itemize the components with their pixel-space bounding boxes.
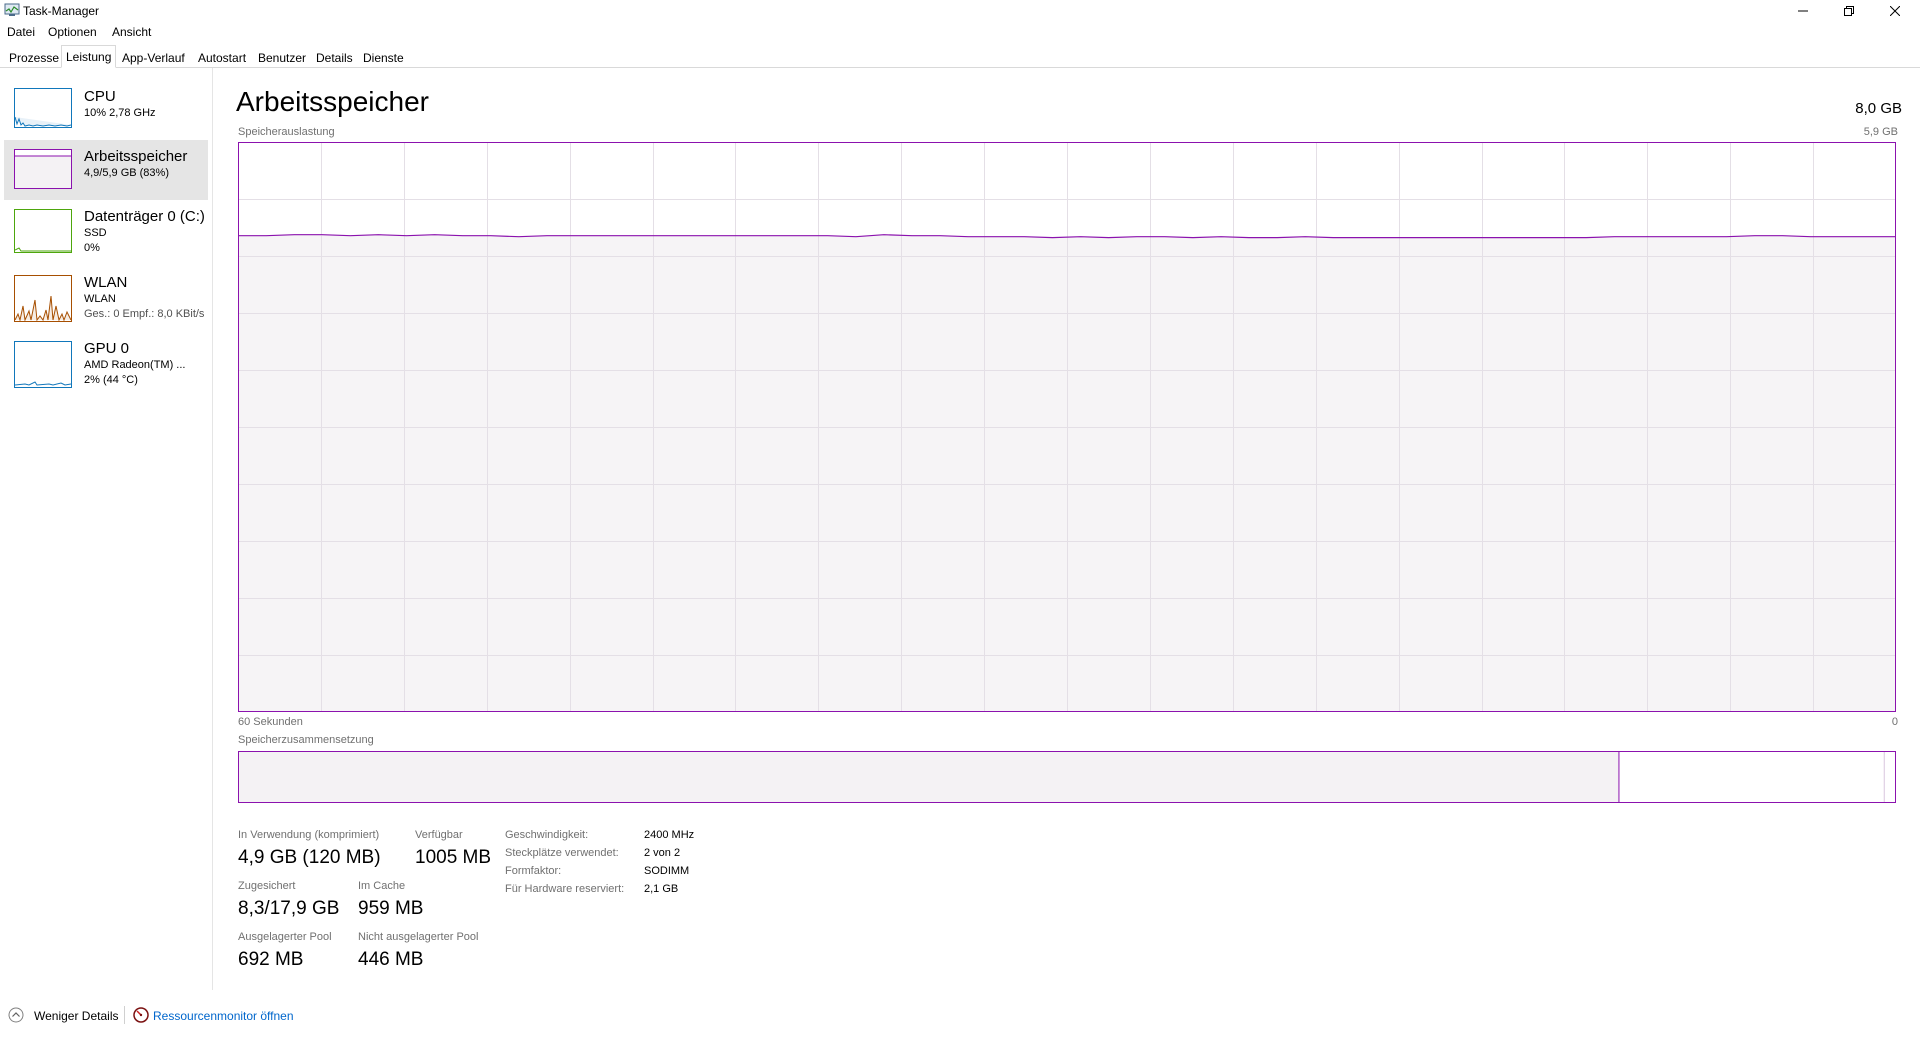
footer-divider (124, 1006, 125, 1024)
tab-dienste[interactable]: Dienste (358, 48, 409, 67)
stat-value-committed: 8,3/17,9 GB (238, 898, 340, 919)
detail-label-speed: Geschwindigkeit: (505, 829, 589, 841)
resource-monitor-icon[interactable] (133, 1007, 149, 1023)
stat-value-nonpaged-pool: 446 MB (358, 949, 424, 970)
composition-segment-standby[interactable] (1620, 752, 1884, 802)
detail-value-speed: 2400 MHz (644, 829, 695, 841)
title-bar[interactable] (0, 0, 1920, 22)
sidebar-item-gpu[interactable]: GPU 0 AMD Radeon(TM) ... 2% (44 °C) (4, 336, 208, 396)
memory-usage-chart (238, 142, 1896, 712)
stat-label-committed: Zugesichert (238, 880, 296, 892)
detail-value-hardware-reserved: 2,1 GB (644, 883, 679, 895)
stat-value-in-use: 4,9 GB (120 MB) (238, 847, 381, 868)
sidebar-item-title: CPU (84, 88, 116, 105)
composition-label: Speicherzusammensetzung (238, 734, 374, 746)
stat-value-available: 1005 MB (415, 847, 492, 868)
menu-ansicht[interactable]: Ansicht (112, 25, 151, 39)
stat-label-nonpaged-pool: Nicht ausgelagerter Pool (358, 931, 479, 943)
detail-label-hardware-reserved: Für Hardware reserviert: (505, 883, 625, 895)
sidebar-item-title: Arbeitsspeicher (84, 148, 188, 165)
chart-time-zero: 0 (1891, 716, 1898, 728)
sidebar-item-cpu[interactable]: CPU 10% 2,78 GHz (4, 84, 208, 136)
menu-datei[interactable]: Datei (7, 25, 35, 39)
sidebar-item-wlan[interactable]: WLAN WLAN Ges.: 0 Empf.: 8,0 KBit/s (4, 270, 208, 330)
sidebar-item-disk[interactable]: Datenträger 0 (C:) SSD 0% (4, 204, 208, 264)
close-button[interactable] (1872, 0, 1918, 22)
minimize-icon (1798, 10, 1808, 12)
tab-autostart[interactable]: Autostart (193, 48, 251, 67)
stat-value-paged-pool: 692 MB (238, 949, 304, 970)
composition-segment-in-use[interactable] (239, 752, 1619, 802)
sidebar-item-title: WLAN (84, 274, 128, 291)
detail-value-form-factor: SODIMM (644, 865, 690, 877)
usage-chart-max: 5,9 GB (1863, 126, 1898, 138)
tab-app-verlauf[interactable]: App-Verlauf (117, 48, 190, 67)
cpu-mini-graph (14, 88, 72, 128)
less-details-button[interactable]: Weniger Details (34, 1009, 118, 1023)
minimize-button[interactable] (1780, 0, 1826, 22)
total-memory: 8,0 GB (1855, 100, 1902, 117)
sidebar-item-title: Datenträger 0 (C:) (84, 208, 205, 225)
detail-value-slots: 2 von 2 (644, 847, 681, 859)
chart-time-span: 60 Sekunden (238, 716, 303, 728)
memory-mini-graph (14, 149, 72, 189)
sidebar-item-detail: 2% (44 °C) (84, 374, 138, 386)
close-icon (1890, 6, 1900, 16)
sidebar-item-detail: AMD Radeon(TM) ... (84, 359, 186, 371)
usage-chart-label: Speicherauslastung (238, 126, 335, 138)
sidebar-item-memory[interactable]: Arbeitsspeicher 4,9/5,9 GB (83%) (4, 140, 208, 200)
restore-button[interactable] (1826, 0, 1872, 22)
page-title: Arbeitsspeicher (236, 86, 429, 117)
tab-prozesse[interactable]: Prozesse (4, 48, 64, 67)
detail-label-slots: Steckplätze verwendet: (505, 847, 619, 859)
window-title: Task-Manager (23, 4, 100, 18)
usage-area (238, 234, 1895, 712)
tab-benutzer[interactable]: Benutzer (253, 48, 311, 67)
sidebar-item-detail: 0% (84, 242, 100, 254)
open-resource-monitor-link[interactable]: Ressourcenmonitor öffnen (153, 1009, 294, 1023)
stat-label-available: Verfügbar (415, 829, 463, 841)
wlan-mini-graph (14, 275, 72, 322)
sidebar-item-detail: 10% 2,78 GHz (84, 107, 156, 119)
task-manager-icon (4, 3, 20, 17)
tab-details[interactable]: Details (311, 48, 358, 67)
menu-optionen[interactable]: Optionen (48, 25, 97, 39)
sidebar-item-title: GPU 0 (84, 340, 130, 357)
stat-label-paged-pool: Ausgelagerter Pool (238, 931, 332, 943)
disk-mini-graph (14, 209, 72, 253)
restore-icon (1844, 6, 1854, 16)
sidebar-item-detail: WLAN (84, 293, 116, 305)
stat-value-cached: 959 MB (358, 898, 424, 919)
detail-label-form-factor: Formfaktor: (505, 865, 562, 877)
stat-label-in-use: In Verwendung (komprimiert) (238, 829, 380, 841)
tab-leistung[interactable]: Leistung (61, 45, 117, 68)
gpu-mini-graph (14, 341, 72, 388)
sidebar-item-detail: Ges.: 0 Empf.: 8,0 KBit/s (84, 308, 205, 320)
sidebar-item-detail: 4,9/5,9 GB (83%) (84, 167, 169, 179)
chevron-up-icon[interactable] (8, 1007, 24, 1023)
stat-label-cached: Im Cache (358, 880, 406, 892)
sidebar-item-detail: SSD (84, 227, 107, 239)
memory-composition-bar (238, 751, 1896, 803)
